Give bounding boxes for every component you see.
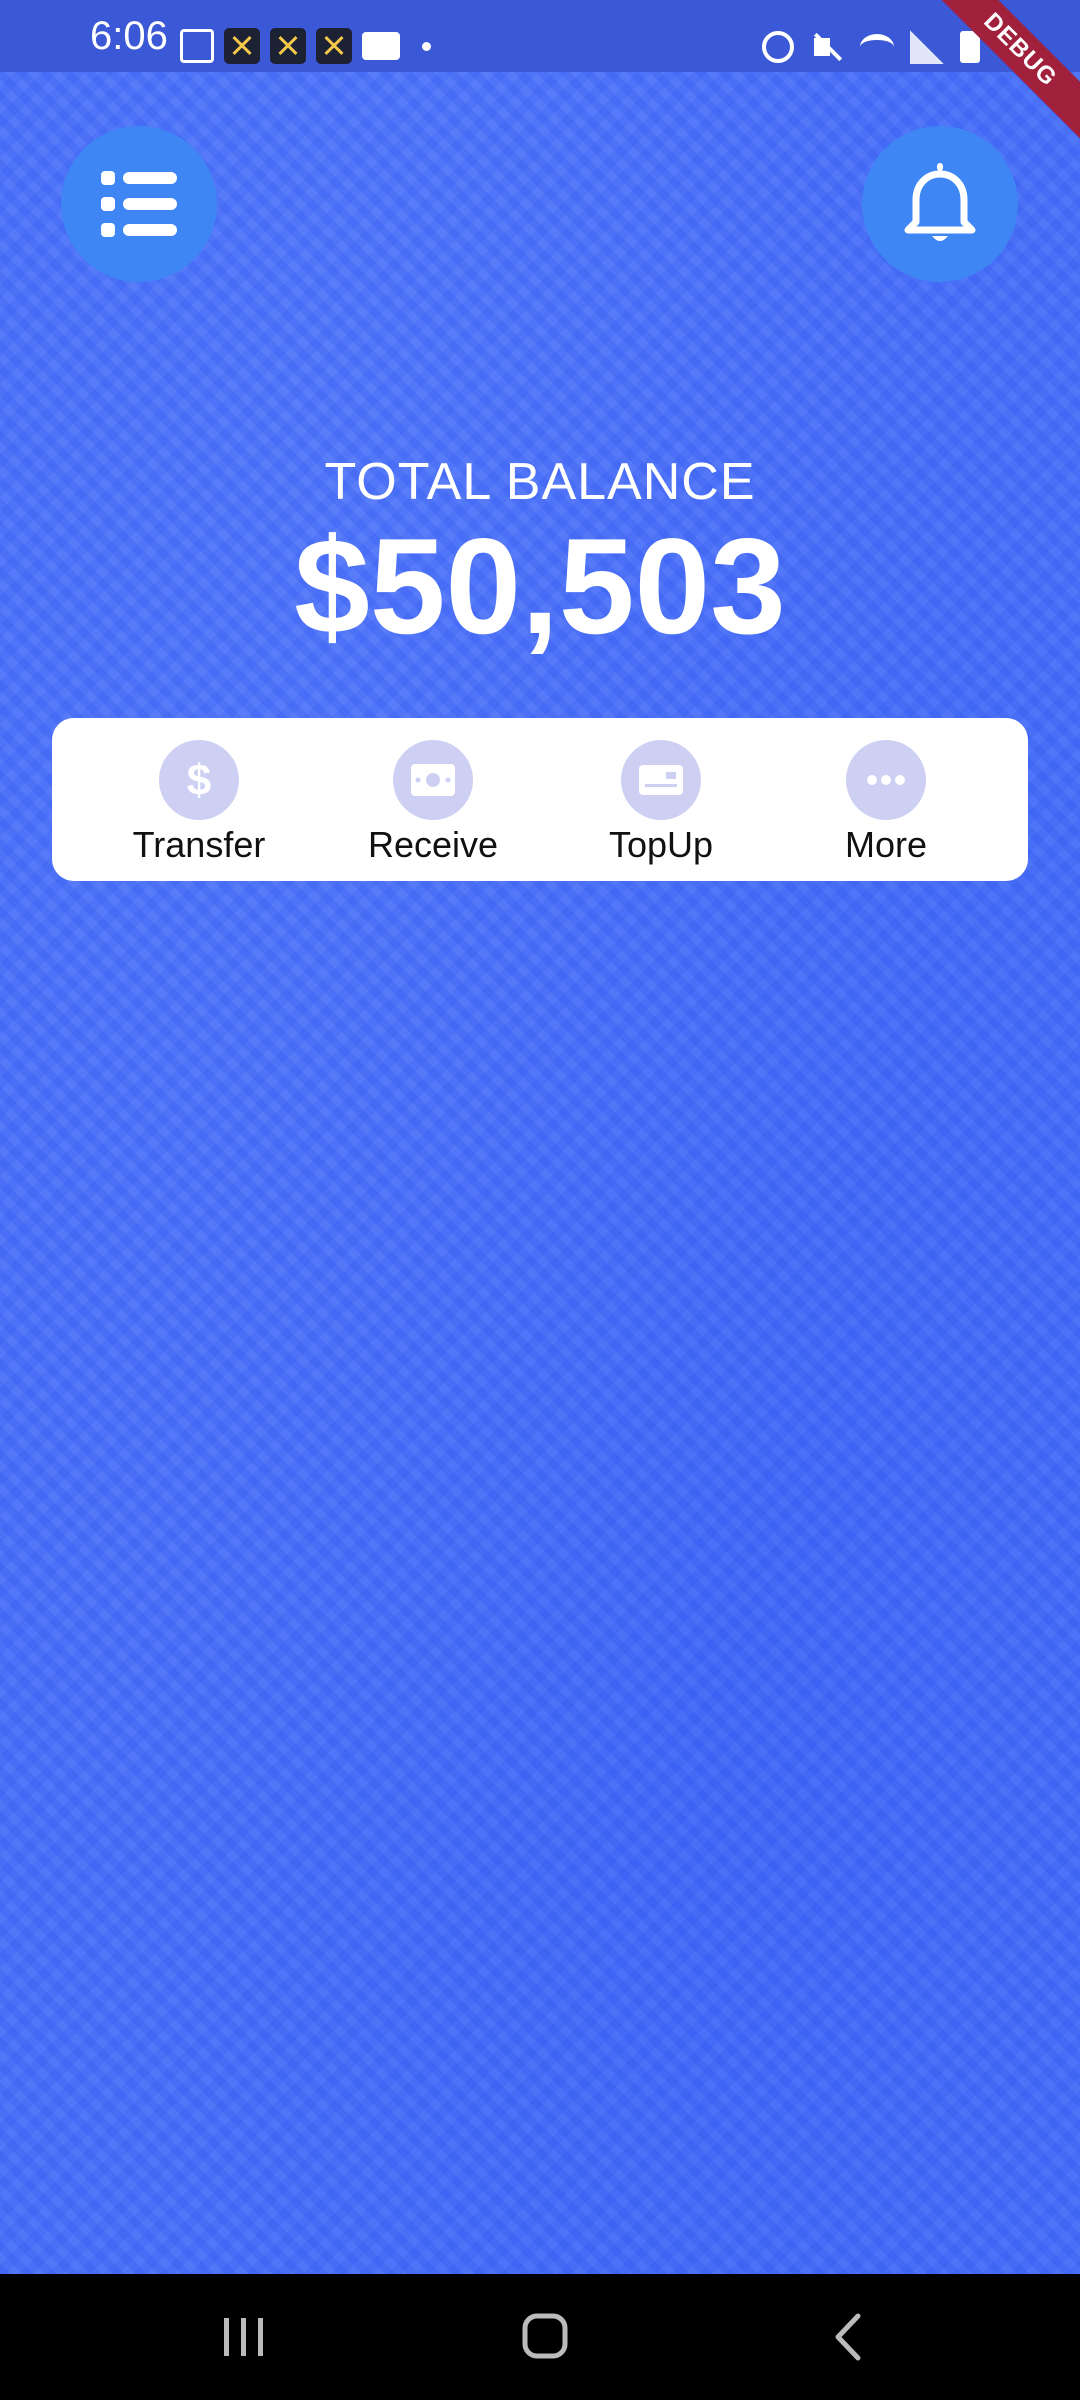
signal-icon — [910, 30, 944, 64]
notification-icons — [180, 28, 431, 64]
wifi-icon — [860, 34, 894, 60]
receive-label: Receive — [367, 824, 499, 865]
card-icon — [621, 740, 701, 820]
notifications-button[interactable] — [862, 126, 1018, 282]
more-dots-icon — [846, 740, 926, 820]
topup-action[interactable]: TopUp — [561, 740, 761, 866]
voicemail-icon — [362, 32, 400, 60]
cash-icon — [393, 740, 473, 820]
app-notification-icon — [316, 28, 352, 64]
calendar-icon — [180, 29, 214, 63]
quick-actions-card: $ Transfer Receive TopUp More — [52, 718, 1028, 881]
bell-icon — [904, 163, 976, 241]
transfer-label: Transfer — [132, 824, 266, 865]
status-time: 6:06 — [90, 14, 168, 58]
system-status-icons — [762, 30, 980, 64]
recent-apps-icon[interactable] — [214, 2312, 274, 2362]
status-bar: 6:06 — [0, 0, 1080, 72]
app-screen: 6:06 DEBUG TOTAL BALANCE $50,503 $ Trans… — [0, 0, 1080, 2274]
more-action[interactable]: More — [786, 740, 986, 866]
more-notifications-dot-icon — [422, 41, 431, 51]
alarm-icon — [762, 31, 794, 63]
menu-button[interactable] — [61, 126, 217, 282]
app-notification-icon — [270, 28, 306, 64]
dollar-icon: $ — [159, 740, 239, 820]
balance-label: TOTAL BALANCE — [324, 453, 756, 511]
menu-list-icon — [101, 171, 177, 237]
receive-action[interactable]: Receive — [333, 740, 533, 866]
back-icon[interactable] — [820, 2312, 880, 2362]
system-navigation-bar — [0, 2274, 1080, 2400]
balance-amount: $50,503 — [294, 510, 786, 662]
app-notification-icon — [224, 28, 260, 64]
svg-text:$: $ — [187, 756, 211, 805]
mute-icon — [810, 30, 844, 64]
topup-label: TopUp — [608, 824, 714, 865]
more-label: More — [844, 824, 928, 865]
home-icon[interactable] — [515, 2312, 575, 2362]
transfer-action[interactable]: $ Transfer — [99, 740, 299, 866]
